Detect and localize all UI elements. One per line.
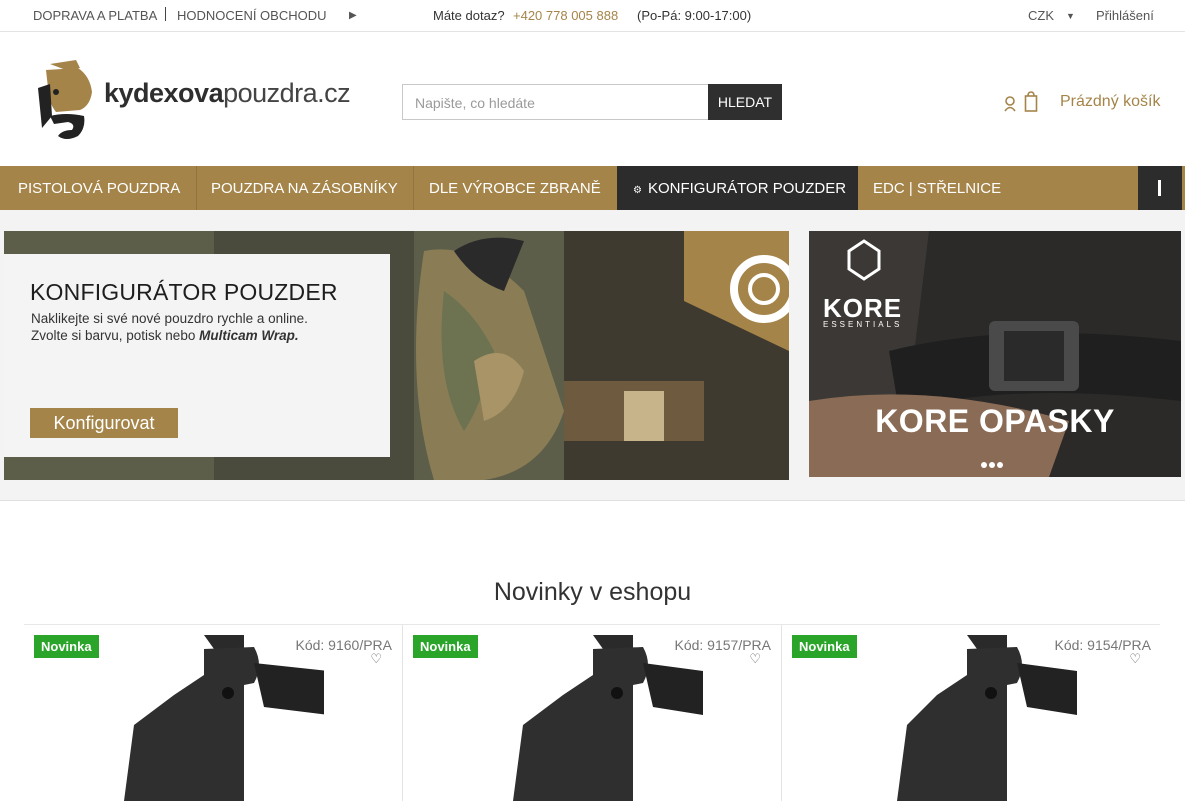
reviews-link[interactable]: HODNOCENÍ OBCHODU [177, 8, 327, 23]
chevron-down-icon[interactable]: ▼ [1066, 11, 1075, 21]
kore-title: KORE OPASKY [875, 403, 1115, 439]
logo-mark-icon [38, 60, 92, 139]
kore-brand-sub: ESSENTIALS [823, 320, 903, 329]
product-card[interactable]: Novinka Kód: 9160/PRA ♡ [24, 625, 403, 801]
user-icon[interactable] [1004, 96, 1016, 117]
nav-item-magazine-holsters[interactable]: POUZDRA NA ZÁSOBNÍKY [211, 166, 398, 210]
holster-image [897, 635, 1077, 801]
configurator-line2-text: Zvolte si barvu, potisk nebo [31, 328, 200, 343]
nav-item-configurator-label: KONFIGURÁTOR POUZDER [647, 180, 847, 197]
nav-divider [413, 166, 414, 210]
configurator-banner[interactable]: KONFIGURÁTOR POUZDER Naklikejte si své n… [4, 231, 789, 480]
holster-image [124, 635, 324, 801]
nav-menu-button[interactable] [1138, 166, 1182, 210]
nav-item-configurator[interactable]: ⚙ KONFIGURÁTOR POUZDER [617, 166, 858, 210]
configurator-line1: Naklikejte si své nové pouzdro rychle a … [31, 311, 308, 326]
currency-select[interactable]: CZK [1028, 8, 1054, 23]
gear-icon: ⚙ [633, 185, 642, 196]
configurator-line2: Zvolte si barvu, potisk nebo Multicam Wr… [31, 328, 299, 343]
product-grid: Novinka Kód: 9160/PRA ♡ Novinka Kód: 915… [24, 624, 1161, 801]
login-link[interactable]: Přihlášení [1096, 8, 1154, 23]
holster-image [513, 635, 703, 801]
nav-item-by-manufacturer[interactable]: DLE VÝROBCE ZBRANĚ [429, 166, 601, 210]
main-nav: PISTOLOVÁ POUZDRA POUZDRA NA ZÁSOBNÍKY D… [0, 166, 1185, 210]
new-badge: Novinka [34, 635, 99, 658]
configurator-line2-em: Multicam Wrap. [199, 328, 299, 343]
phone-link[interactable]: +420 778 005 888 [513, 8, 618, 23]
cart-icon[interactable] [1024, 91, 1038, 118]
logo-bold-text: kydexova [104, 78, 224, 108]
banner-area: KONFIGURÁTOR POUZDER Naklikejte si své n… [0, 210, 1185, 501]
topbar-divider [165, 7, 166, 21]
configurator-title: KONFIGURÁTOR POUZDER [30, 279, 338, 305]
nav-item-edc[interactable]: EDC | STŘELNICE [873, 166, 1001, 210]
menu-icon [1158, 180, 1161, 196]
favorite-icon[interactable]: ♡ [1129, 651, 1141, 667]
kore-belt-photo [809, 231, 1181, 477]
nav-divider [196, 166, 197, 210]
topbar-more-icon[interactable]: ▶ [349, 10, 357, 21]
new-badge: Novinka [413, 635, 478, 658]
logo-text: kydexovapouzdra.cz [104, 78, 351, 109]
kore-banner[interactable]: KORE ESSENTIALS KORE OPASKY [809, 231, 1181, 477]
search-input[interactable]: Napište, co hledáte [402, 84, 709, 120]
carousel-dots[interactable] [981, 455, 1005, 473]
cart-link[interactable]: Prázdný košík [1060, 93, 1160, 111]
section-title: Novinky v eshopu [493, 578, 692, 606]
product-card[interactable]: Novinka Kód: 9157/PRA ♡ [403, 625, 782, 801]
nav-item-pistol-holsters[interactable]: PISTOLOVÁ POUZDRA [18, 166, 180, 210]
product-card[interactable]: Novinka Kód: 9154/PRA ♡ [782, 625, 1161, 801]
configure-button[interactable]: Konfigurovat [30, 408, 178, 438]
business-hours: (Po-Pá: 9:00-17:00) [637, 8, 752, 23]
question-label: Máte dotaz? [433, 8, 505, 23]
search-button[interactable]: HLEDAT [708, 84, 782, 120]
logo-light-text: pouzdra.cz [223, 78, 351, 108]
new-badge: Novinka [792, 635, 857, 658]
shipping-link[interactable]: DOPRAVA A PLATBA [33, 8, 157, 23]
top-bar: DOPRAVA A PLATBA HODNOCENÍ OBCHODU ▶ Mát… [0, 0, 1185, 32]
favorite-icon[interactable]: ♡ [370, 651, 382, 667]
site-logo[interactable]: kydexovapouzdra.cz [36, 58, 366, 144]
favorite-icon[interactable]: ♡ [749, 651, 761, 667]
